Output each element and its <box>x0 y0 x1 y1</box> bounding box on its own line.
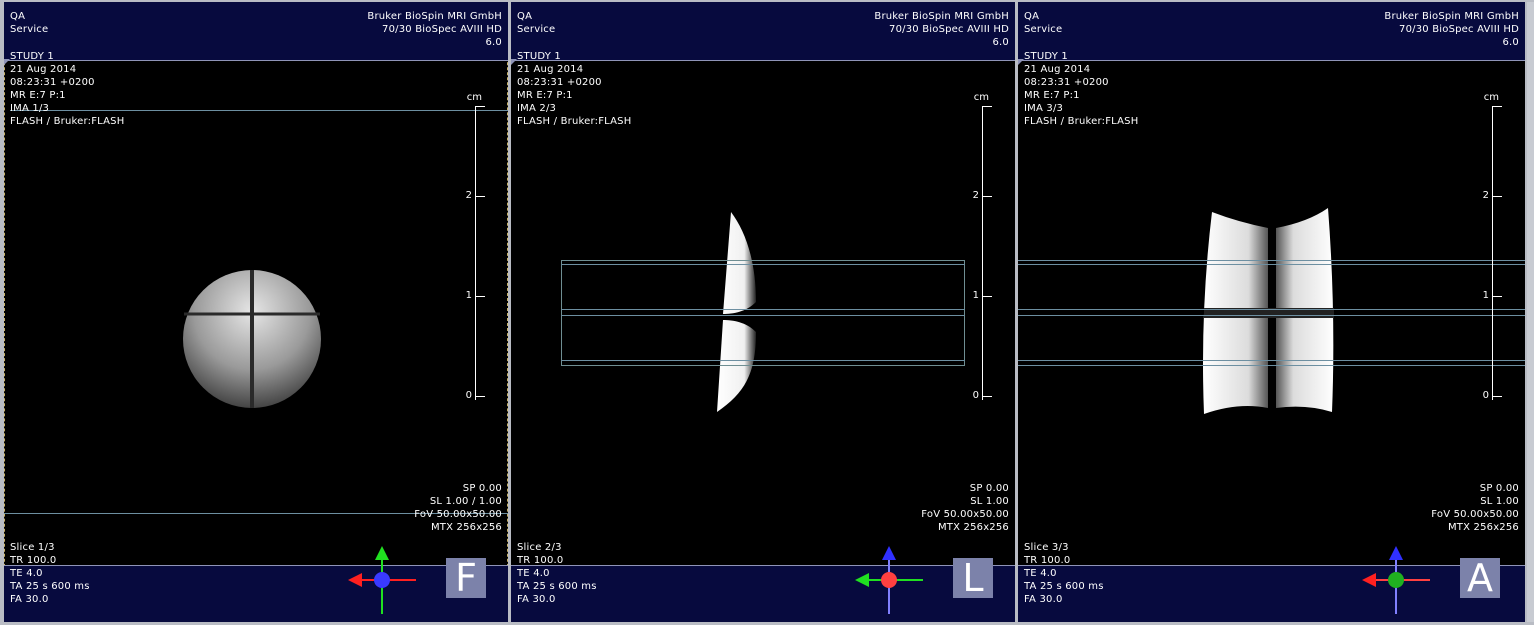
orientation-letter-button[interactable]: L <box>953 558 993 598</box>
right-panel-strip <box>1527 2 1534 622</box>
scale-ruler: cm 2 1 0 <box>466 88 508 408</box>
slice-line <box>1018 365 1525 366</box>
slice-line <box>1018 315 1525 316</box>
ruler-tick-label: 2 <box>1482 190 1489 201</box>
slice-line <box>561 309 965 310</box>
slice-line <box>1018 260 1525 261</box>
slice-line <box>561 315 965 316</box>
ruler-tick-label: 0 <box>1482 390 1489 401</box>
scale-ruler: cm 2 1 0 <box>1483 88 1525 408</box>
orientation-letter-button[interactable]: F <box>446 558 486 598</box>
orientation-axes-icon[interactable] <box>1356 542 1436 618</box>
sequence-params: Slice 2/3 TR 100.0 TE 4.0 TA 25 s 600 ms… <box>517 542 597 605</box>
geometry-params: SP 0.00 SL 1.00 FoV 50.00x50.00 MTX 256x… <box>1431 483 1519 533</box>
sequence-params: Slice 3/3 TR 100.0 TE 4.0 TA 25 s 600 ms… <box>1024 542 1104 605</box>
orientation-letter-button[interactable]: A <box>1460 558 1500 598</box>
ruler-tick-label: 1 <box>1482 290 1489 301</box>
study-info: STUDY 1 21 Aug 2014 08:23:31 +0200 MR E:… <box>10 51 125 127</box>
ruler-tick-label: 1 <box>972 290 979 301</box>
slice-line <box>561 360 965 361</box>
sequence-params: Slice 1/3 TR 100.0 TE 4.0 TA 25 s 600 ms… <box>10 542 90 605</box>
institution-text: QA Service <box>1024 11 1063 35</box>
ruler-tick-label: 0 <box>972 390 979 401</box>
study-info: STUDY 1 21 Aug 2014 08:23:31 +0200 MR E:… <box>1024 51 1139 127</box>
viewer-slice-3[interactable]: QA Service Bruker BioSpin MRI GmbH 70/30… <box>1018 2 1525 622</box>
orientation-axes-icon[interactable] <box>849 542 929 618</box>
ruler-tick-label: 1 <box>465 290 472 301</box>
viewer-slice-2[interactable]: QA Service Bruker BioSpin MRI GmbH 70/30… <box>511 2 1015 622</box>
scale-ruler: cm 2 1 0 <box>973 88 1015 408</box>
institution-text: QA Service <box>517 11 556 35</box>
system-text: Bruker BioSpin MRI GmbH 70/30 BioSpec AV… <box>874 11 1009 48</box>
geometry-params: SP 0.00 SL 1.00 / 1.00 FoV 50.00x50.00 M… <box>414 483 502 533</box>
slice-line <box>1018 360 1525 361</box>
system-text: Bruker BioSpin MRI GmbH 70/30 BioSpec AV… <box>367 11 502 48</box>
orientation-axes-icon[interactable] <box>342 542 422 618</box>
study-info: STUDY 1 21 Aug 2014 08:23:31 +0200 MR E:… <box>517 51 632 127</box>
slice-box[interactable] <box>561 260 965 366</box>
slice-line <box>1018 264 1525 265</box>
slice-line <box>1018 309 1525 310</box>
ruler-tick-label: 2 <box>972 190 979 201</box>
geometry-params: SP 0.00 SL 1.00 FoV 50.00x50.00 MTX 256x… <box>921 483 1009 533</box>
ruler-unit: cm <box>466 92 482 103</box>
ruler-unit: cm <box>1483 92 1499 103</box>
ruler-tick-label: 0 <box>465 390 472 401</box>
institution-text: QA Service <box>10 11 49 35</box>
viewer-slice-1[interactable]: QA Service Bruker BioSpin MRI GmbH 70/30… <box>4 2 508 622</box>
ruler-tick-label: 2 <box>465 190 472 201</box>
system-text: Bruker BioSpin MRI GmbH 70/30 BioSpec AV… <box>1384 11 1519 48</box>
ruler-unit: cm <box>973 92 989 103</box>
slice-line <box>561 264 965 265</box>
